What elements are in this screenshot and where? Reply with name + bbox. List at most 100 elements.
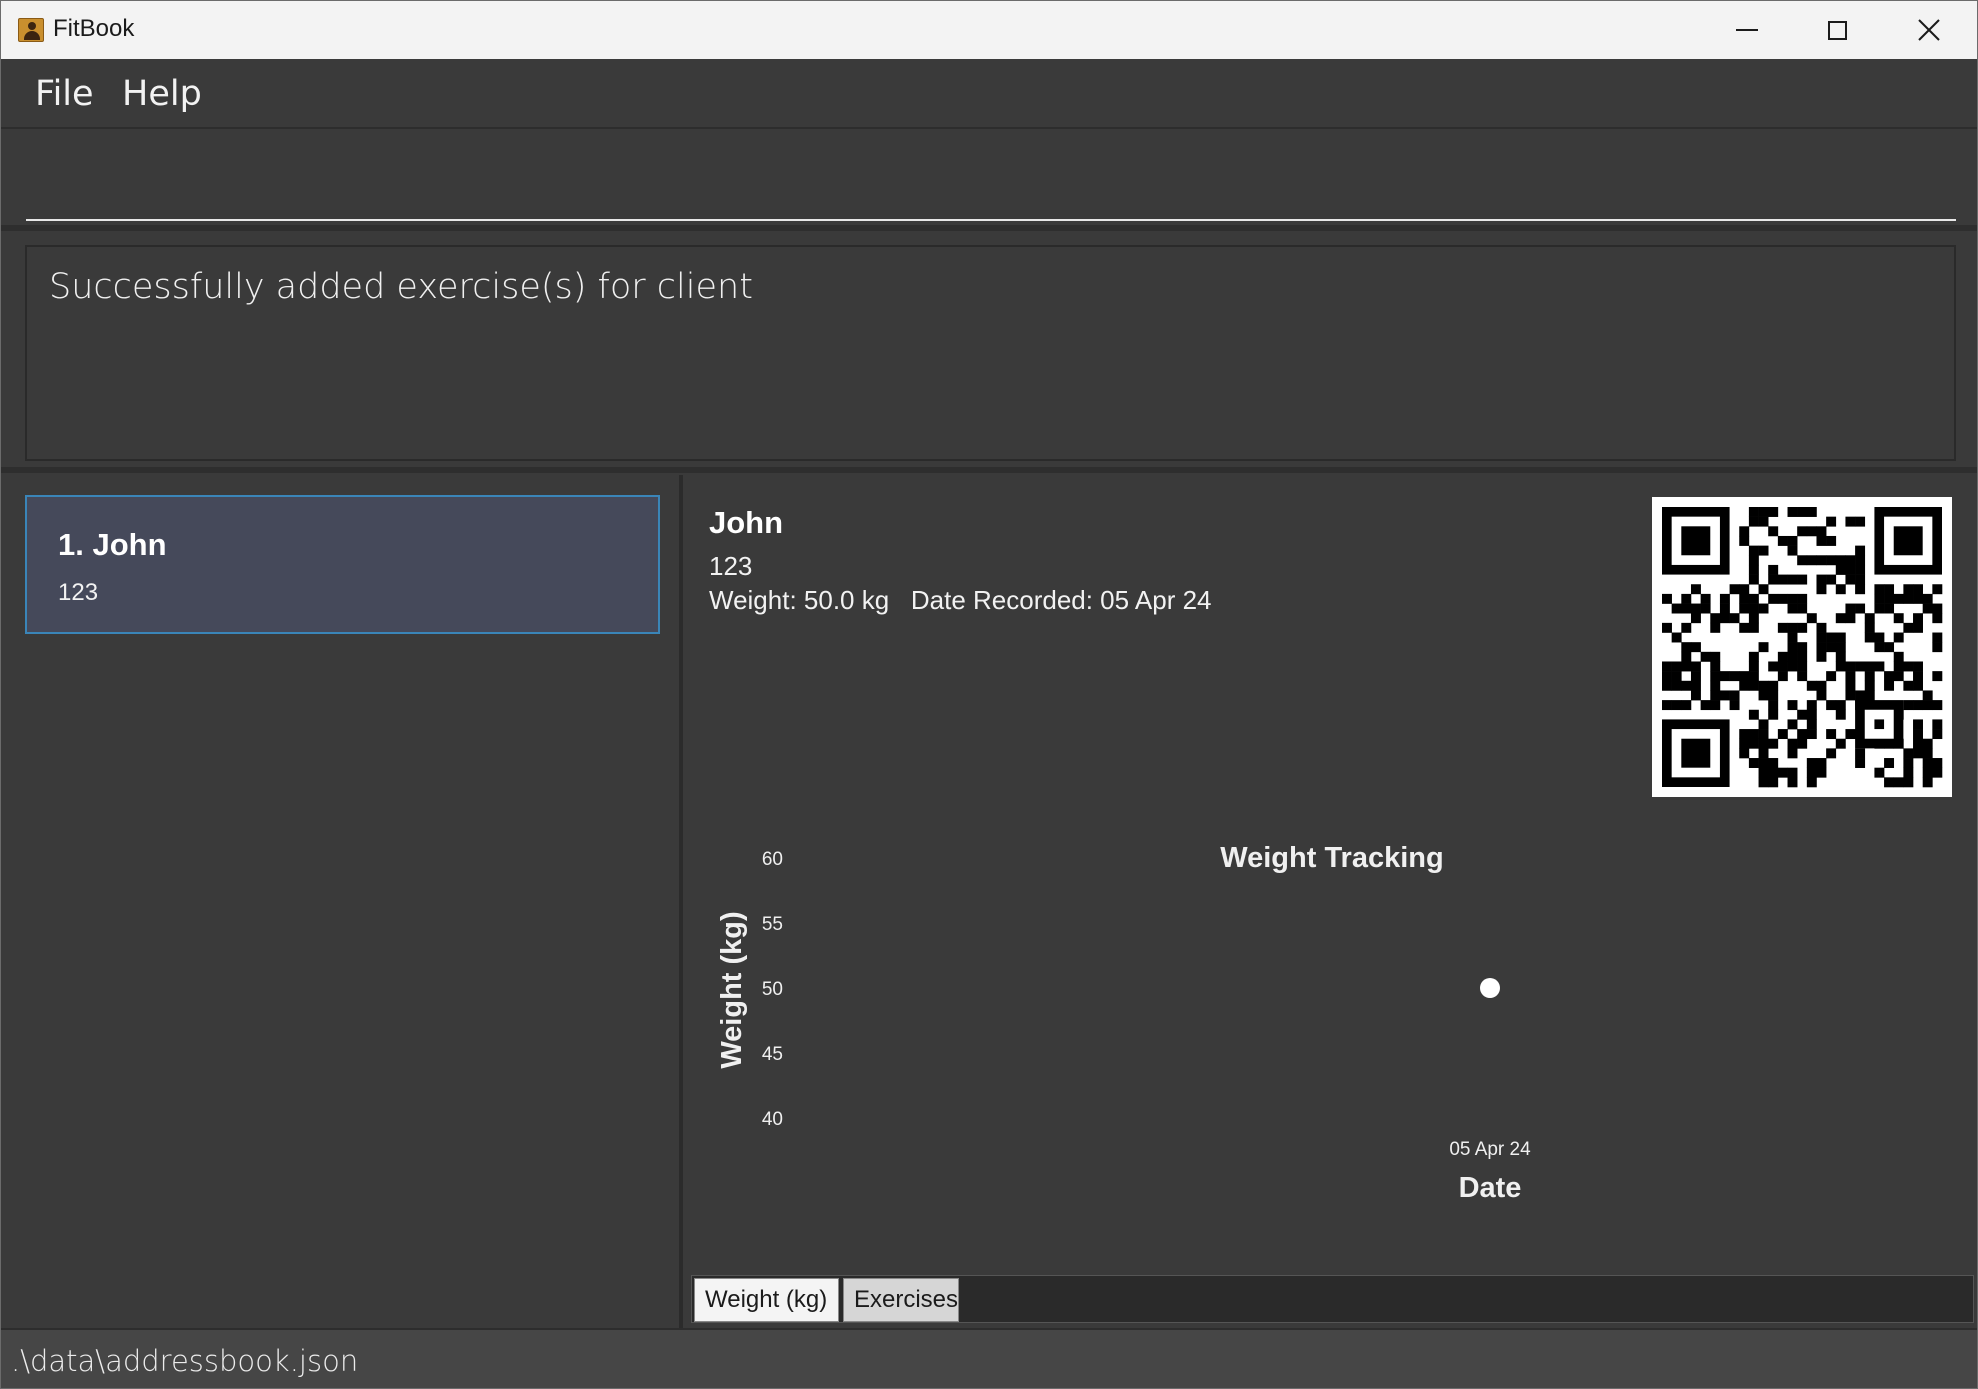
command-input[interactable]	[26, 149, 1956, 221]
qr-module	[1690, 690, 1701, 701]
qr-module	[1739, 526, 1750, 537]
command-box	[1, 131, 1977, 231]
qr-module	[1700, 593, 1711, 604]
qr-module	[1932, 613, 1943, 624]
qr-module	[1797, 526, 1808, 537]
qr-module	[1932, 729, 1943, 740]
app-window: FitBook File Help Successfully added exe…	[0, 0, 1978, 1389]
qr-module	[1835, 632, 1846, 643]
qr-module	[1748, 555, 1759, 566]
qr-module	[1748, 709, 1759, 720]
qr-module	[1826, 700, 1837, 711]
qr-module	[1748, 593, 1759, 604]
qr-module	[1758, 767, 1769, 778]
qr-module	[1671, 700, 1682, 711]
close-button[interactable]	[1883, 1, 1975, 59]
qr-module	[1855, 574, 1866, 585]
qr-module	[1710, 661, 1721, 672]
client-detail-panel: John 123 Weight: 50.0 kg Date Recorded: …	[687, 475, 1977, 1328]
qr-module	[1806, 709, 1817, 720]
qr-module	[1681, 661, 1692, 672]
qr-module	[1816, 642, 1827, 653]
qr-module	[1932, 603, 1943, 614]
qr-module	[1768, 564, 1779, 575]
qr-module	[1835, 738, 1846, 749]
result-box[interactable]: Successfully added exercise(s) for clien…	[25, 245, 1956, 461]
qr-module	[1787, 651, 1798, 662]
qr-module	[1777, 593, 1788, 604]
qr-module	[1826, 555, 1837, 566]
qr-module	[1748, 651, 1759, 662]
x-tick-label: 05 Apr 24	[1449, 1139, 1531, 1160]
qr-module	[1662, 661, 1672, 672]
qr-module	[1893, 613, 1904, 624]
qr-module	[1797, 622, 1808, 633]
qr-module	[1826, 642, 1837, 653]
data-file-path: .\data\addressbook.json	[11, 1344, 359, 1378]
qr-module	[1932, 584, 1943, 595]
qr-module	[1845, 729, 1856, 740]
tab-exercises[interactable]: Exercises	[843, 1278, 959, 1322]
qr-module	[1748, 738, 1759, 749]
qr-module	[1903, 622, 1914, 633]
qr-module	[1768, 661, 1779, 672]
qr-module	[1748, 603, 1759, 614]
qr-module	[1903, 661, 1914, 672]
qr-module	[1768, 767, 1779, 778]
qr-module	[1816, 574, 1827, 585]
x-axis-label: Date	[1459, 1172, 1522, 1204]
qr-module	[1768, 526, 1779, 537]
qr-module	[1768, 574, 1779, 585]
qr-module	[1690, 642, 1701, 653]
qr-module	[1826, 671, 1837, 682]
menu-help[interactable]: Help	[122, 74, 202, 114]
qr-module	[1922, 748, 1933, 759]
qr-module	[1729, 690, 1740, 701]
qr-module	[1690, 603, 1701, 614]
menu-file[interactable]: File	[35, 74, 94, 114]
qr-module	[1681, 680, 1692, 691]
status-bar: .\data\addressbook.json	[1, 1328, 1977, 1388]
qr-code	[1652, 497, 1952, 797]
qr-module	[1845, 661, 1856, 672]
qr-module	[1768, 738, 1779, 749]
qr-module	[1787, 748, 1798, 759]
y-axis-label: Weight (kg)	[716, 911, 748, 1068]
tab-weight[interactable]: Weight (kg)	[694, 1278, 839, 1322]
qr-module	[1797, 593, 1808, 604]
qr-module	[1816, 555, 1827, 566]
qr-module	[1806, 777, 1817, 788]
qr-module	[1893, 661, 1904, 672]
qr-module	[1903, 700, 1914, 711]
maximize-button[interactable]	[1791, 1, 1883, 59]
qr-module	[1758, 680, 1769, 691]
qr-module	[1700, 651, 1711, 662]
qr-module	[1758, 642, 1769, 653]
qr-module	[1884, 642, 1895, 653]
qr-code-icon	[1662, 507, 1943, 788]
qr-module	[1748, 729, 1759, 740]
qr-module	[1787, 574, 1798, 585]
client-card-john[interactable]: 1. John 123	[25, 495, 660, 634]
qr-module	[1816, 526, 1827, 537]
qr-module	[1710, 651, 1721, 662]
qr-module	[1787, 719, 1798, 730]
qr-module	[1806, 758, 1817, 768]
qr-module	[1681, 603, 1692, 614]
qr-module	[1671, 680, 1682, 691]
qr-module	[1739, 729, 1750, 740]
title-bar[interactable]: FitBook	[1, 1, 1977, 59]
qr-module	[1893, 671, 1904, 682]
qr-module	[1816, 767, 1827, 778]
qr-module	[1748, 564, 1759, 575]
client-list-panel[interactable]: 1. John 123	[1, 475, 683, 1328]
qr-module	[1797, 729, 1808, 740]
qr-module	[1855, 555, 1866, 566]
qr-module	[1835, 700, 1846, 711]
minimize-button[interactable]	[1701, 1, 1793, 59]
qr-module	[1710, 671, 1721, 682]
qr-module	[1758, 729, 1769, 740]
qr-module	[1787, 642, 1798, 653]
qr-module	[1913, 593, 1923, 604]
maximize-icon	[1827, 20, 1847, 40]
